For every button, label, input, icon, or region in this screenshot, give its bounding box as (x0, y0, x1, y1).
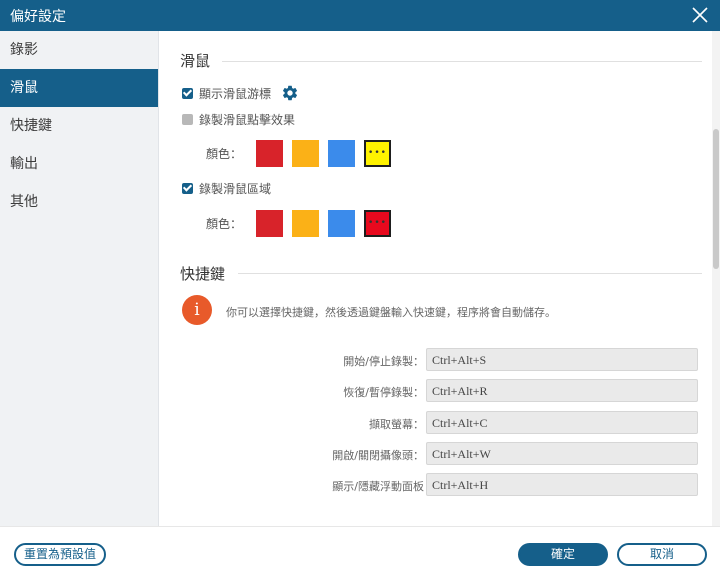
hotkey-label: 顯示/隱藏浮動面板 (332, 480, 424, 493)
click-color-swatch-blue[interactable] (328, 139, 355, 167)
click-color-label: 顏色： (206, 146, 243, 161)
record-area-checkbox[interactable] (182, 182, 193, 194)
area-color-row: 顏色： ••• (206, 209, 400, 237)
area-color-swatch-blue[interactable] (328, 209, 355, 237)
sidebar: 錄影 滑鼠 快捷鍵 輸出 其他 (0, 31, 159, 526)
close-icon[interactable] (690, 5, 710, 25)
click-color-swatch-orange[interactable] (292, 139, 319, 167)
scrollbar[interactable] (712, 31, 720, 526)
ok-button[interactable]: 確定 (518, 543, 608, 566)
record-area-label: 錄製滑鼠區域 (199, 181, 272, 196)
area-color-swatch-custom[interactable]: ••• (364, 209, 391, 237)
title-bar: 偏好設定 (0, 0, 720, 31)
hotkey-row: 顯示/隱藏浮動面板 Ctrl+Alt+H (160, 473, 700, 497)
mouse-section-heading: 滑鼠 (180, 52, 211, 70)
hotkey-label: 擷取螢幕： (369, 418, 424, 431)
area-color-swatch-red[interactable] (256, 209, 283, 237)
info-icon: i (182, 295, 212, 325)
hotkey-row: 擷取螢幕： Ctrl+Alt+C (160, 411, 700, 435)
section-divider (238, 273, 702, 274)
show-cursor-checkbox[interactable] (182, 87, 193, 99)
scrollbar-thumb[interactable] (713, 129, 719, 269)
section-divider (222, 61, 702, 62)
record-clicks-label: 錄製滑鼠點擊效果 (199, 112, 296, 127)
sidebar-item-other[interactable]: 其他 (0, 183, 158, 221)
hotkey-input-start-stop[interactable]: Ctrl+Alt+S (426, 348, 698, 371)
hotkeys-section-heading: 快捷鍵 (180, 265, 226, 283)
reset-defaults-button[interactable]: 重置為預設值 (14, 543, 106, 566)
hotkey-label: 開始/停止錄製： (343, 355, 424, 368)
hotkey-label: 恢復/暫停錄製： (343, 386, 424, 399)
settings-panel: 滑鼠 顯示滑鼠游標 錄製滑鼠點擊效果 顏色： ••• 錄製滑鼠區域 顏色： ••… (160, 31, 712, 526)
record-area-option[interactable]: 錄製滑鼠區域 (182, 180, 271, 196)
hotkey-input-float-panel[interactable]: Ctrl+Alt+H (426, 473, 698, 496)
click-color-row: 顏色： ••• (206, 139, 400, 167)
show-cursor-label: 顯示滑鼠游標 (199, 86, 272, 101)
more-colors-icon: ••• (368, 147, 387, 158)
dialog-footer: 重置為預設值 確定 取消 (0, 526, 720, 580)
show-cursor-option[interactable]: 顯示滑鼠游標 (182, 85, 299, 101)
hotkey-label: 開啟/關閉攝像頭： (332, 449, 424, 462)
record-clicks-checkbox[interactable] (182, 113, 193, 125)
window-title: 偏好設定 (10, 9, 66, 25)
area-color-swatch-orange[interactable] (292, 209, 319, 237)
sidebar-item-mouse[interactable]: 滑鼠 (0, 69, 158, 107)
more-colors-icon: ••• (368, 217, 387, 228)
hotkey-input-webcam[interactable]: Ctrl+Alt+W (426, 442, 698, 465)
record-clicks-option[interactable]: 錄製滑鼠點擊效果 (182, 111, 295, 127)
sidebar-item-hotkeys[interactable]: 快捷鍵 (0, 107, 158, 145)
gear-icon[interactable] (281, 84, 299, 102)
cancel-button[interactable]: 取消 (617, 543, 707, 566)
hotkey-row: 開啟/關閉攝像頭： Ctrl+Alt+W (160, 442, 700, 466)
hotkey-row: 恢復/暫停錄製： Ctrl+Alt+R (160, 379, 700, 403)
hotkey-input-screenshot[interactable]: Ctrl+Alt+C (426, 411, 698, 434)
click-color-swatch-custom[interactable]: ••• (364, 139, 391, 167)
hotkeys-info-text: 你可以選擇快捷鍵，然後透過鍵盤輸入快速鍵，程序將會自動儲存。 (226, 306, 556, 319)
hotkey-input-pause-resume[interactable]: Ctrl+Alt+R (426, 379, 698, 402)
sidebar-item-output[interactable]: 輸出 (0, 145, 158, 183)
sidebar-item-recording[interactable]: 錄影 (0, 31, 158, 69)
area-color-label: 顏色： (206, 216, 243, 231)
click-color-swatch-red[interactable] (256, 139, 283, 167)
hotkey-row: 開始/停止錄製： Ctrl+Alt+S (160, 348, 700, 372)
